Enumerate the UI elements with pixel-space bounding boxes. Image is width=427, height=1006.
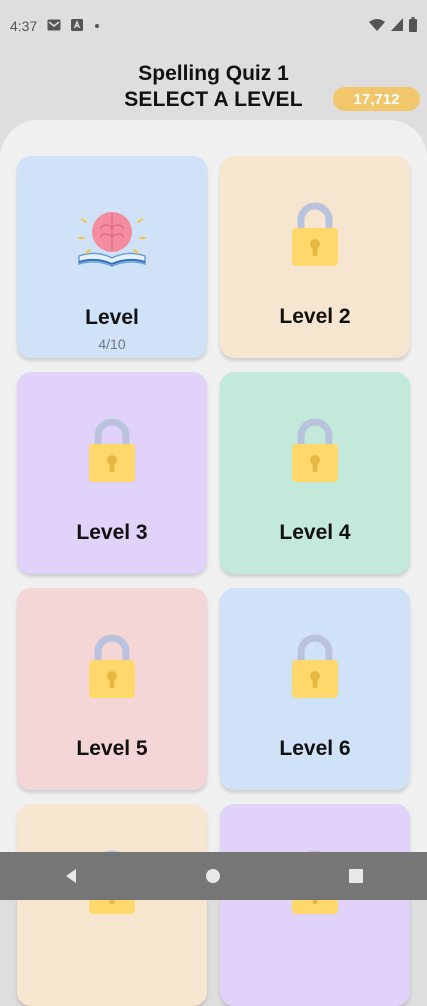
recents-button[interactable] bbox=[326, 852, 386, 900]
level-card-6[interactable]: Level 6 bbox=[220, 588, 410, 790]
level-label: Level 6 bbox=[279, 737, 351, 760]
lock-icon bbox=[290, 198, 340, 273]
level-label: Level 4 bbox=[279, 521, 351, 544]
back-button[interactable] bbox=[41, 852, 101, 900]
coin-balance-badge: 17,712 bbox=[333, 87, 420, 111]
book-brain-icon bbox=[76, 204, 148, 275]
battery-icon bbox=[409, 17, 417, 35]
home-button[interactable] bbox=[183, 852, 243, 900]
signal-icon bbox=[391, 18, 403, 34]
level-label: Level bbox=[85, 306, 139, 329]
dot-icon bbox=[95, 24, 100, 28]
level-card-2[interactable]: Level 2 bbox=[220, 156, 410, 358]
lock-icon bbox=[290, 630, 340, 705]
wifi-icon bbox=[369, 18, 385, 34]
header: Spelling Quiz 1 SELECT A LEVEL 17,712 bbox=[0, 60, 427, 116]
app-notification-icon bbox=[71, 18, 84, 34]
level-card-4[interactable]: Level 4 bbox=[220, 372, 410, 574]
lock-icon bbox=[290, 414, 340, 489]
recents-icon bbox=[348, 869, 363, 883]
level-progress: 4/10 bbox=[98, 336, 126, 352]
status-left: 4:37 bbox=[10, 18, 100, 34]
level-panel: Level 4/10 Level 2 Level 3 Level 4 Level 5 Lev… bbox=[0, 120, 427, 1006]
level-label: Level 2 bbox=[279, 305, 351, 328]
level-card-7[interactable] bbox=[17, 804, 207, 1006]
system-nav-bar bbox=[0, 852, 427, 900]
lock-icon bbox=[87, 630, 137, 705]
status-time: 4:37 bbox=[10, 18, 38, 34]
gmail-icon bbox=[47, 18, 61, 34]
page-title: Spelling Quiz 1 bbox=[138, 62, 289, 85]
lock-icon bbox=[87, 414, 137, 489]
level-label: Level 3 bbox=[76, 521, 148, 544]
level-card-5[interactable]: Level 5 bbox=[17, 588, 207, 790]
level-card-3[interactable]: Level 3 bbox=[17, 372, 207, 574]
level-card-1[interactable]: Level 4/10 bbox=[17, 156, 207, 358]
home-icon bbox=[206, 869, 221, 883]
status-right bbox=[369, 17, 417, 35]
level-label: Level 5 bbox=[76, 737, 148, 760]
back-icon bbox=[66, 869, 77, 883]
level-card-8[interactable] bbox=[220, 804, 410, 1006]
status-bar: 4:37 bbox=[0, 0, 427, 52]
